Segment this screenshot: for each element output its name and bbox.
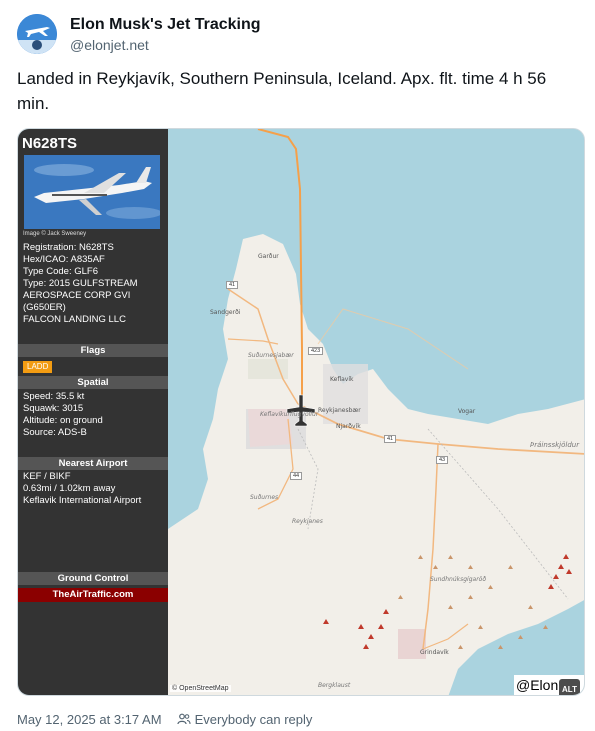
display-name[interactable]: Elon Musk's Jet Tracking <box>70 15 261 35</box>
detail-line: AEROSPACE CORP GVI <box>23 290 131 301</box>
reply-audience[interactable]: Everybody can reply <box>177 711 312 729</box>
nearest-airport-heading: Nearest Airport <box>18 457 168 470</box>
image-credit: Image © Jack Sweeney <box>23 231 87 237</box>
alt-badge[interactable]: ALT <box>559 679 580 695</box>
detail-line: FALCON LANDING LLC <box>23 314 126 325</box>
map-label-reykjanesbaer: Reykjanesbær <box>318 407 361 414</box>
detail-line: (G650ER) <box>23 302 66 313</box>
aircraft-info-panel: N628TS Image © Jack Sweeney Registration… <box>18 129 168 695</box>
jet-avatar-icon[interactable] <box>17 14 57 54</box>
nearest-line: 0.63mi / 1.02km away <box>23 483 116 494</box>
ground-control-heading: Ground Control <box>18 572 168 585</box>
detail-line: Type Code: GLF6 <box>23 266 98 277</box>
map-label-njardvik: Njarðvík <box>336 423 361 430</box>
elon-watermark: @Elon ALT <box>514 675 584 695</box>
post-header: Elon Musk's Jet Tracking @elonjet.net <box>17 12 577 56</box>
spatial-line: Speed: 35.5 kt <box>23 391 85 402</box>
map-label-sandgerdi: Sandgerði <box>210 309 241 316</box>
map-label-keflavik: Keflavík <box>330 376 354 383</box>
author-block: Elon Musk's Jet Tracking @elonjet.net <box>70 15 261 55</box>
spatial-list: Speed: 35.5 kt Squawk: 3015 Altitude: on… <box>23 391 165 439</box>
map-label-sudurnesjabaer: Suðurnesjabær <box>248 352 294 359</box>
map-label-grindavik: Grindavík <box>420 649 449 656</box>
map-label-sudurnes: Suðurnes <box>250 494 279 501</box>
handle[interactable]: @elonjet.net <box>70 35 261 55</box>
spatial-line: Source: ADS-B <box>23 427 87 438</box>
map-canvas <box>168 129 584 695</box>
spatial-heading: Spatial <box>18 376 168 389</box>
flags-heading: Flags <box>18 344 168 357</box>
ladd-badge: LADD <box>23 361 53 373</box>
detail-line: Type: 2015 GULFSTREAM <box>23 278 138 289</box>
flight-map[interactable]: Garður Sandgerði Suðurnesjabær Keflavík … <box>168 129 584 695</box>
route-shield: 44 <box>290 472 303 480</box>
post-footer: May 12, 2025 at 3:17 AM Everybody can re… <box>17 711 577 729</box>
post-text: Landed in Reykjavík, Southern Peninsula,… <box>17 69 547 113</box>
nearest-line: Keflavik International Airport <box>23 495 142 506</box>
map-label-bergklaust: Bergklaust <box>318 682 351 689</box>
map-label-gardur: Garður <box>258 253 279 260</box>
spatial-line: Altitude: on ground <box>23 415 103 426</box>
watermark-text: @Elon <box>516 677 559 693</box>
post-image[interactable]: N628TS Image © Jack Sweeney Registration… <box>17 128 585 696</box>
map-label-reykjanes: Reykjanes <box>292 518 323 525</box>
details-list: Registration: N628TS Hex/ICAO: A835AF Ty… <box>23 242 165 326</box>
map-label-keflavikurflugvollur: Keflavíkurflugvöllur <box>260 411 319 418</box>
nearest-line: KEF / BIKF <box>23 471 71 482</box>
detail-line: Registration: N628TS <box>23 242 114 253</box>
route-shield: 43 <box>436 456 449 464</box>
map-label-sundhnukur: Sundhnúksgígaröð <box>430 576 487 583</box>
post-card: Elon Musk's Jet Tracking @elonjet.net La… <box>0 0 595 731</box>
aircraft-photo <box>24 155 160 229</box>
registration-title: N628TS <box>22 135 78 152</box>
audience-label: Everybody can reply <box>194 712 313 727</box>
detail-line: Hex/ICAO: A835AF <box>23 254 105 265</box>
nearest-airport-list: KEF / BIKF 0.63mi / 1.02km away Keflavik… <box>23 471 165 507</box>
route-shield: 423 <box>308 347 324 355</box>
post-date[interactable]: May 12, 2025 at 3:17 AM <box>17 711 162 729</box>
map-label-thrainsskjoldur: Þráinsskjöldur <box>530 441 580 449</box>
route-shield: 41 <box>384 435 397 443</box>
theairtraffic-link[interactable]: TheAirTraffic.com <box>18 588 168 602</box>
spatial-line: Squawk: 3015 <box>23 403 84 414</box>
osm-attribution[interactable]: © OpenStreetMap <box>170 685 231 692</box>
people-icon <box>177 713 191 725</box>
map-label-vogar: Vogar <box>458 408 476 415</box>
route-shield: 41 <box>226 281 239 289</box>
